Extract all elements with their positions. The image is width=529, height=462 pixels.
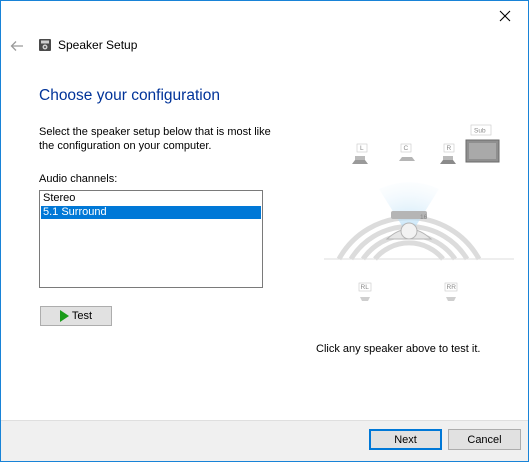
list-item-stereo[interactable]: Stereo <box>41 192 261 205</box>
speaker-center[interactable]: C <box>399 143 415 161</box>
svg-text:Sub: Sub <box>474 128 486 135</box>
speaker-diagram: 16 L C R Sub RL RR <box>324 124 514 301</box>
speaker-front-right[interactable]: R <box>440 143 456 164</box>
back-button[interactable] <box>6 36 28 56</box>
speaker-rear-left[interactable]: RL <box>358 282 372 301</box>
svg-text:RR: RR <box>447 284 457 291</box>
window-title: Speaker Setup <box>58 38 138 52</box>
svg-text:R: R <box>447 145 452 152</box>
title-area: Speaker Setup <box>38 38 137 52</box>
back-arrow-icon <box>10 41 23 51</box>
speaker-setup-window: Speaker Setup Choose your configuration … <box>0 0 529 462</box>
next-button[interactable]: Next <box>369 429 442 450</box>
speaker-icon <box>39 39 51 51</box>
cancel-button[interactable]: Cancel <box>448 429 521 450</box>
play-icon <box>59 310 69 322</box>
list-item-5-1-surround[interactable]: 5.1 Surround <box>41 206 261 219</box>
instructions-text: Select the speaker setup below that is m… <box>39 126 271 152</box>
audio-channels-label: Audio channels: <box>39 173 118 185</box>
close-button[interactable] <box>482 1 528 31</box>
speaker-front-left[interactable]: L <box>352 143 368 164</box>
audio-channels-list[interactable]: Stereo 5.1 Surround <box>39 190 263 288</box>
test-hint-text: Click any speaker above to test it. <box>316 343 481 355</box>
close-icon <box>499 10 511 22</box>
svg-text:RL: RL <box>361 284 370 291</box>
svg-text:16: 16 <box>420 214 428 221</box>
svg-text:C: C <box>404 145 409 152</box>
test-button-label: Test <box>71 310 93 322</box>
dialog-footer: Next Cancel <box>1 420 528 461</box>
speaker-subwoofer[interactable]: Sub <box>465 124 500 163</box>
listener-icon: 16 <box>385 211 433 240</box>
speaker-rear-right[interactable]: RR <box>444 282 458 301</box>
svg-text:L: L <box>360 145 364 152</box>
page-heading: Choose your configuration <box>39 87 220 104</box>
test-button[interactable]: Test <box>40 306 112 326</box>
